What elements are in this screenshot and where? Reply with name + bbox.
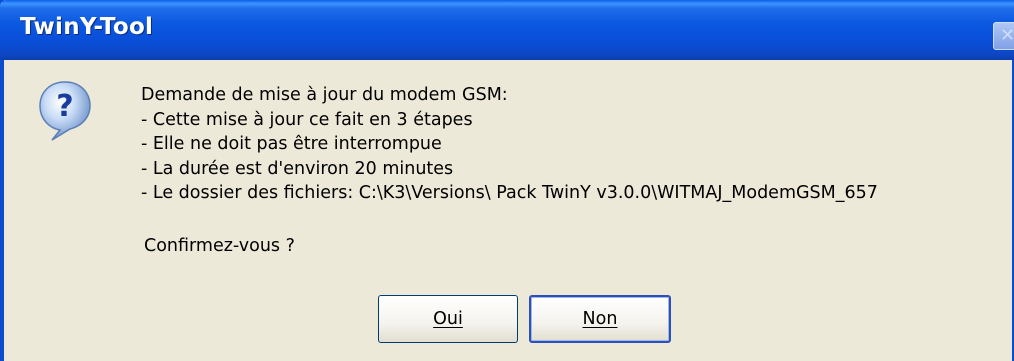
close-button[interactable]: ✕ xyxy=(993,22,1014,50)
confirm-question: Confirmez-vous ? xyxy=(144,236,295,256)
message-line: - Elle ne doit pas être interrompue xyxy=(141,134,442,154)
message-line: - Cette mise à jour ce fait en 3 étapes xyxy=(141,109,473,130)
message-line: - La durée est d'environ 20 minutes xyxy=(141,158,454,179)
yes-button-label: Oui xyxy=(433,309,463,329)
close-icon: ✕ xyxy=(1000,25,1014,46)
svg-text:?: ? xyxy=(56,89,73,124)
message-line: Demande de mise à jour du modem GSM: xyxy=(141,85,508,105)
dialog-window: TwinY-Tool ✕ ? Demande de mise à jour du… xyxy=(0,0,1014,361)
dialog-message: Demande de mise à jour du modem GSM: - Ce… xyxy=(141,83,878,206)
question-icon: ? xyxy=(39,81,91,141)
titlebar[interactable]: TwinY-Tool ✕ xyxy=(0,0,1014,60)
message-line: - Le dossier des fichiers: C:\K3\Version… xyxy=(141,183,878,203)
no-button[interactable]: Non xyxy=(529,295,671,343)
no-button-label: Non xyxy=(582,309,618,329)
yes-button[interactable]: Oui xyxy=(378,295,518,343)
dialog-title: TwinY-Tool xyxy=(20,14,154,40)
